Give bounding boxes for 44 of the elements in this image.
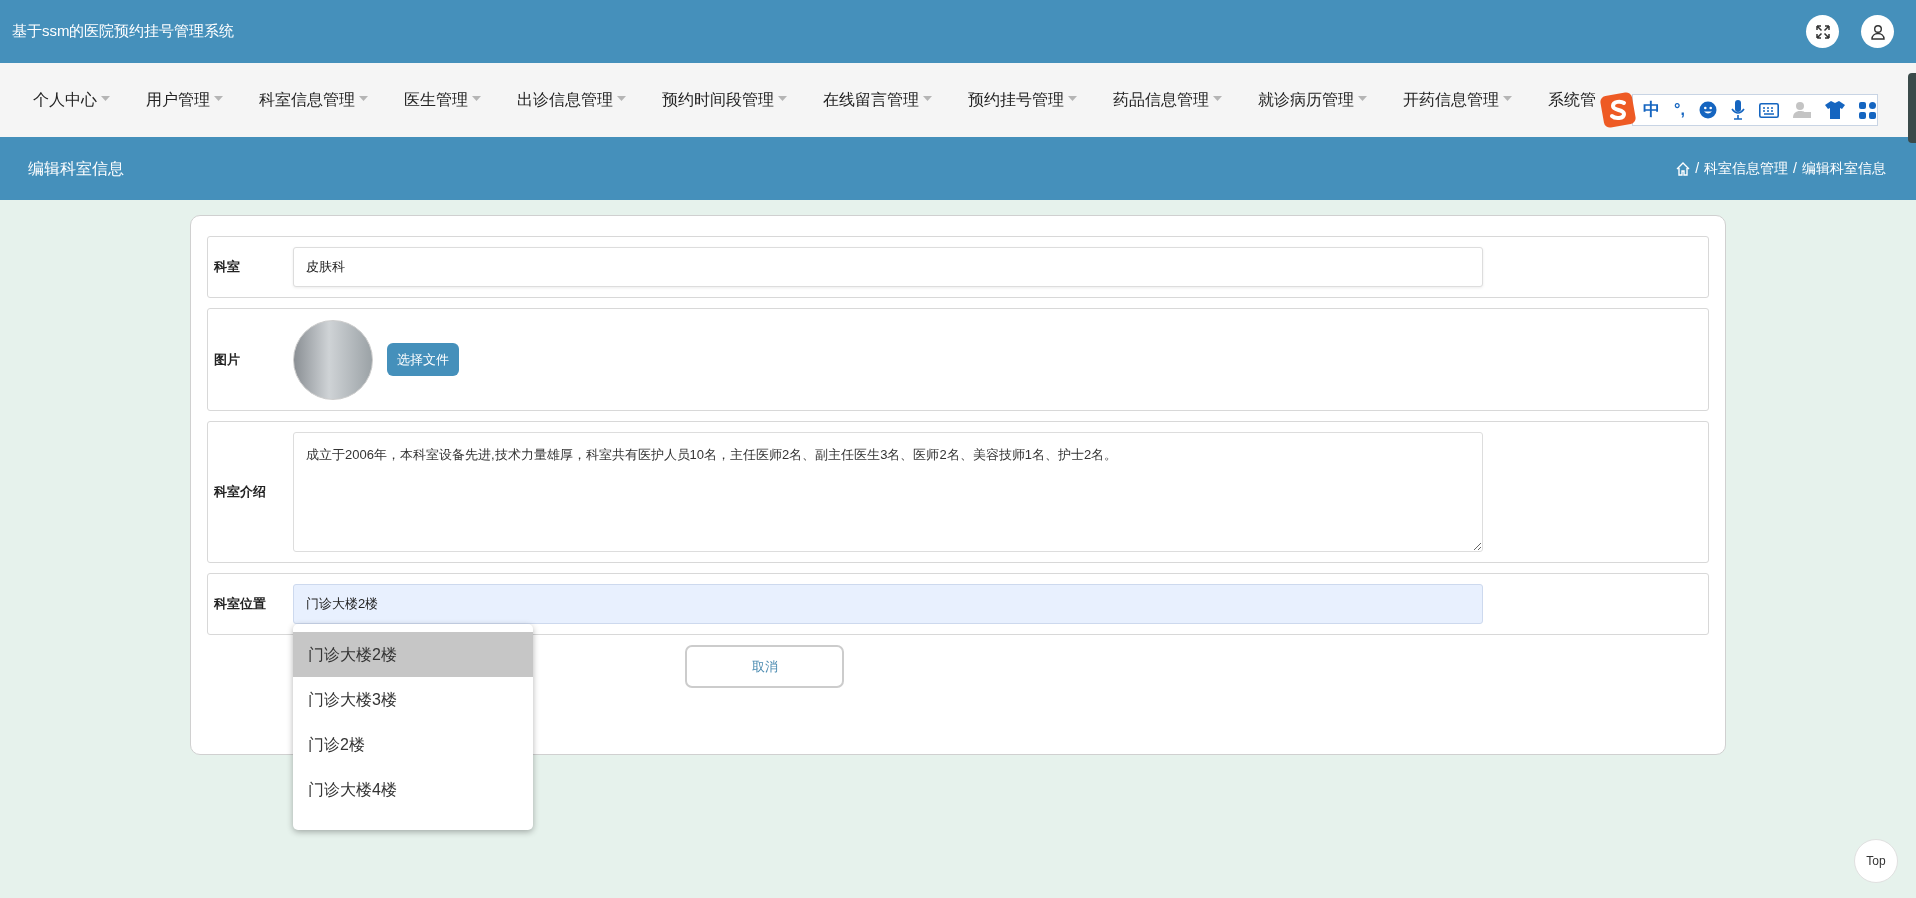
nav-menu-item[interactable]: 个人中心 [33, 88, 110, 112]
expand-icon [1814, 23, 1831, 40]
text-input[interactable]: 皮肤科 [293, 247, 1483, 287]
nav-menu-item[interactable]: 药品信息管理 [1113, 88, 1222, 112]
dropdown-option[interactable]: 门诊大楼2楼 [293, 632, 533, 677]
field-label: 科室位置 [214, 595, 267, 614]
nav-menu-item[interactable]: 在线留言管理 [823, 88, 932, 112]
nav-menu-item[interactable]: 医生管理 [404, 88, 481, 112]
breadcrumb-separator: / [1793, 159, 1797, 178]
description-textarea[interactable]: 成立于2006年，本科室设备先进,技术力量雄厚，科室共有医护人员10名，主任医师2名、副主任医生3名、医师2名、美容技师1名、护士2名。 [293, 432, 1483, 552]
back-to-top-button[interactable]: Top [1854, 839, 1898, 883]
ime-mode-toggle[interactable]: 中 [1643, 97, 1660, 123]
page-title: 编辑科室信息 [28, 158, 124, 179]
text-input[interactable]: 门诊大楼2楼 [293, 584, 1483, 624]
breadcrumb-link[interactable]: 科室信息管理 [1704, 158, 1789, 179]
dropdown-option[interactable]: 门诊2楼 [293, 722, 533, 767]
choose-file-button[interactable]: 选择文件 [387, 343, 459, 376]
smiley-icon[interactable] [1698, 101, 1717, 119]
home-icon[interactable] [1676, 161, 1691, 176]
nav-menu-item[interactable]: 开药信息管理 [1403, 88, 1512, 112]
fullscreen-button[interactable] [1806, 15, 1839, 48]
nav-menu-item[interactable]: 就诊病历管理 [1258, 88, 1367, 112]
grid-icon[interactable] [1858, 101, 1876, 119]
dropdown-option[interactable]: 门诊大楼3楼 [293, 677, 533, 722]
nav-menu-item[interactable]: 出诊信息管理 [517, 88, 626, 112]
nav-menu-item[interactable]: 预约时间段管理 [662, 88, 787, 112]
nav-menu-item[interactable]: 科室信息管理 [259, 88, 368, 112]
side-widget [1908, 73, 1916, 143]
ime-punctuation-toggle[interactable]: °, [1674, 98, 1685, 122]
nav-menu-item[interactable]: 系统管 [1548, 88, 1596, 112]
keyboard-icon[interactable] [1758, 102, 1779, 118]
microphone-icon[interactable] [1730, 100, 1745, 120]
field-label: 科室介绍 [214, 483, 267, 502]
field-label: 图片 [214, 350, 241, 369]
cancel-button[interactable]: 取消 [685, 645, 844, 688]
app-title: 基于ssm的医院预约挂号管理系统 [12, 21, 235, 42]
nav-menu-item[interactable]: 用户管理 [146, 88, 223, 112]
dropdown-option[interactable]: 门诊大楼4楼 [293, 767, 533, 812]
user-icon [1869, 23, 1886, 40]
user-button[interactable] [1861, 15, 1894, 48]
shirt-icon[interactable] [1824, 101, 1845, 119]
breadcrumb-separator: / [1695, 159, 1700, 178]
field-label: 科室 [214, 258, 241, 277]
nav-menu-item[interactable]: 预约挂号管理 [968, 88, 1077, 112]
